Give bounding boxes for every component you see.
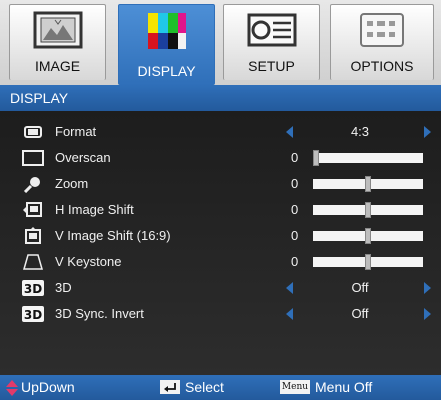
menu-item-label: Overscan — [55, 150, 111, 165]
menu-item-overscan[interactable]: Overscan 0 — [0, 145, 441, 171]
setup-icon — [247, 13, 296, 47]
svg-text:3D: 3D — [24, 308, 42, 322]
format-value: 4:3 — [350, 124, 370, 139]
footer-hint-bar: UpDown Select Menu Menu Off — [0, 375, 441, 400]
menu-item-v-keystone[interactable]: V Keystone 0 — [0, 249, 441, 275]
menu-item-h-image-shift[interactable]: H Image Shift 0 — [0, 197, 441, 223]
3d-sync-invert-value: Off — [351, 306, 369, 321]
right-arrow-icon[interactable] — [424, 126, 431, 138]
tab-label: SETUP — [248, 58, 295, 74]
options-icon — [360, 13, 404, 47]
menu-item-v-image-shift[interactable]: V Image Shift (16:9) 0 — [0, 223, 441, 249]
slider-knob[interactable] — [365, 176, 371, 192]
footer-menu-off-label: Menu Off — [315, 379, 373, 395]
enter-key-icon — [160, 380, 180, 394]
menu-key-icon: Menu — [280, 380, 310, 394]
section-title: DISPLAY — [10, 90, 69, 106]
menu-item-label: Zoom — [55, 176, 89, 191]
svg-text:3D: 3D — [24, 282, 42, 296]
left-arrow-icon[interactable] — [286, 282, 293, 294]
image-icon — [33, 11, 82, 49]
slider-knob[interactable] — [313, 150, 319, 166]
menu-item-label: 3D Sync. Invert — [55, 306, 144, 321]
tab-image[interactable]: IMAGE — [9, 4, 106, 80]
menu-list: Format 4:3 Overscan 0 Zoom 0 H Image Shi… — [0, 111, 441, 375]
menu-item-format[interactable]: Format 4:3 — [0, 119, 441, 145]
menu-item-3d[interactable]: 3D 3D Off — [0, 275, 441, 301]
zoom-slider[interactable] — [313, 176, 423, 192]
slider-knob[interactable] — [365, 228, 371, 244]
right-arrow-icon[interactable] — [424, 308, 431, 320]
3d-icon: 3D — [22, 306, 44, 322]
left-arrow-icon[interactable] — [286, 308, 293, 320]
3d-icon: 3D — [22, 280, 44, 296]
footer-updown-label: UpDown — [21, 379, 75, 395]
tab-label: DISPLAY — [137, 63, 196, 79]
display-icon — [147, 13, 186, 49]
v-keystone-slider[interactable] — [313, 254, 423, 270]
zoom-value: 0 — [291, 176, 299, 191]
tab-label: OPTIONS — [350, 58, 414, 74]
tab-bar: IMAGE DISPLAY SETUP OPTIONS — [0, 0, 441, 85]
slider-knob[interactable] — [365, 254, 371, 270]
section-header: DISPLAY — [0, 85, 441, 111]
menu-item-label: Format — [55, 124, 97, 139]
left-arrow-icon[interactable] — [286, 126, 293, 138]
format-icon — [24, 126, 42, 138]
tab-options[interactable]: OPTIONS — [330, 4, 434, 80]
menu-item-label: V Keystone — [55, 254, 122, 269]
v-image-shift-value: 0 — [291, 228, 299, 243]
h-image-shift-icon — [23, 202, 42, 217]
v-image-shift-slider[interactable] — [313, 228, 423, 244]
menu-item-zoom[interactable]: Zoom 0 — [0, 171, 441, 197]
v-image-shift-icon — [25, 227, 41, 244]
menu-item-3d-sync-invert[interactable]: 3D 3D Sync. Invert Off — [0, 301, 441, 327]
tab-setup[interactable]: SETUP — [223, 4, 320, 80]
tab-display[interactable]: DISPLAY — [118, 4, 215, 85]
overscan-value: 0 — [291, 150, 299, 165]
footer-select-label: Select — [185, 379, 224, 395]
right-arrow-icon[interactable] — [424, 282, 431, 294]
menu-item-label: 3D — [55, 280, 72, 295]
osd-window: IMAGE DISPLAY SETUP OPTIONS DISPLAY Form… — [0, 0, 441, 400]
menu-item-label: H Image Shift — [55, 202, 134, 217]
overscan-icon — [22, 150, 44, 166]
v-keystone-value: 0 — [291, 254, 299, 269]
menu-item-label: V Image Shift (16:9) — [55, 228, 171, 243]
3d-value: Off — [351, 280, 369, 295]
h-image-shift-slider[interactable] — [313, 202, 423, 218]
zoom-icon — [23, 177, 40, 193]
h-image-shift-value: 0 — [291, 202, 299, 217]
up-down-arrow-icon — [6, 380, 18, 396]
slider-knob[interactable] — [365, 202, 371, 218]
overscan-slider[interactable] — [313, 150, 423, 166]
tab-label: IMAGE — [34, 58, 81, 74]
keystone-icon — [23, 254, 43, 270]
